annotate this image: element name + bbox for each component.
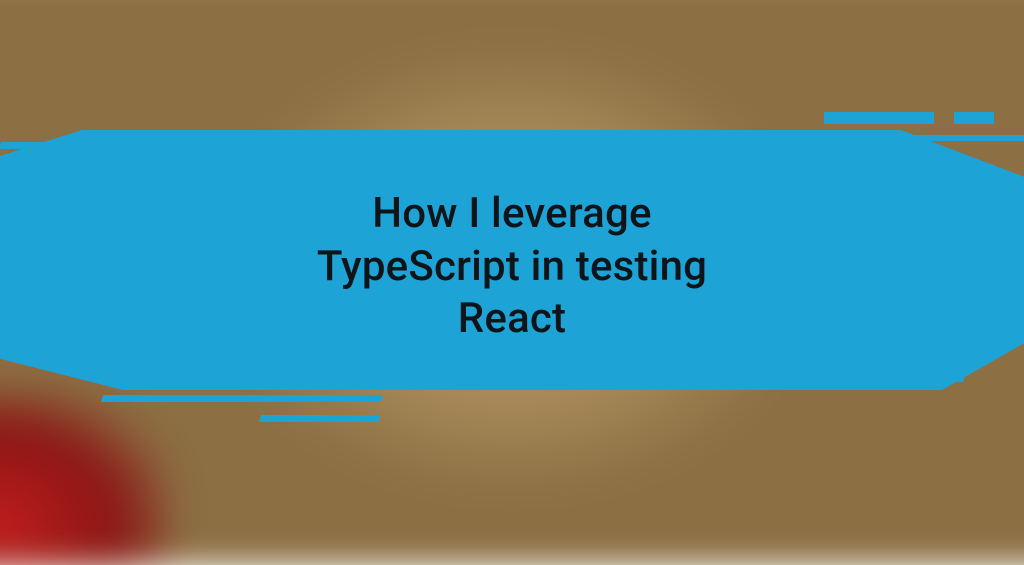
title-banner: How I leverage TypeScript in testing Rea… (0, 90, 1024, 430)
title-line: React (458, 294, 566, 343)
accent-stripe (954, 112, 994, 124)
accent-stripe (603, 375, 965, 382)
accent-stripe (824, 112, 934, 124)
title-line: TypeScript in testing (317, 242, 707, 291)
accent-stripe (101, 395, 383, 402)
title-line: How I leverage (372, 189, 651, 238)
accent-stripe (259, 415, 381, 422)
page-title: How I leverage TypeScript in testing Rea… (0, 188, 1024, 346)
